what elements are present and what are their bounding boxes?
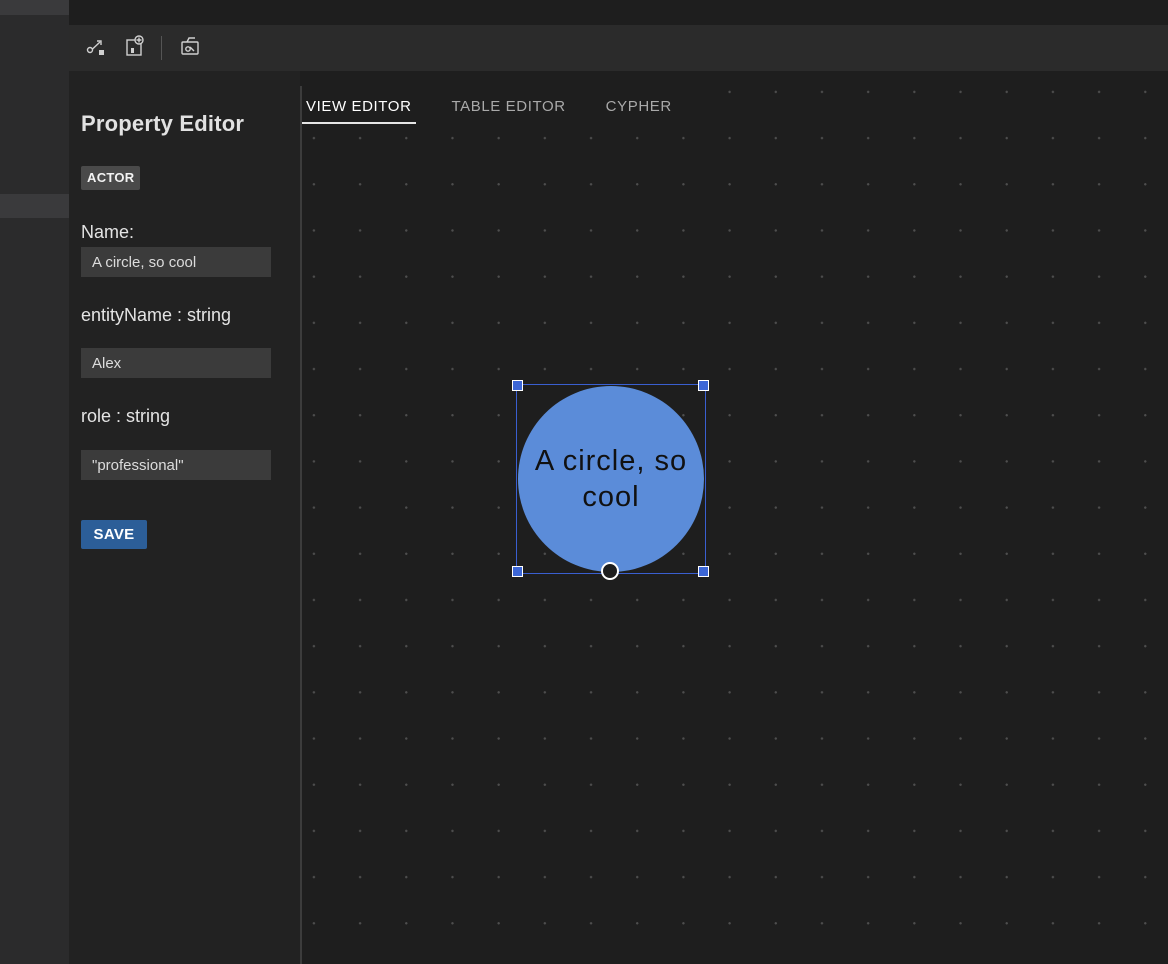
name-label: Name: <box>81 222 135 242</box>
connect-nodes-button[interactable] <box>83 34 111 62</box>
name-field[interactable] <box>81 247 271 277</box>
activity-item-top[interactable] <box>0 0 69 15</box>
graph-node[interactable]: A circle, so cool <box>512 380 709 580</box>
resize-handle-top-left[interactable] <box>512 380 523 391</box>
tab-view-editor[interactable]: VIEW EDITOR <box>302 86 416 124</box>
add-node-button[interactable] <box>121 34 149 62</box>
save-button[interactable]: SAVE <box>81 520 147 549</box>
resize-handle-bottom-right[interactable] <box>698 566 709 577</box>
property-editor-panel: Property Editor ACTOR Name: entityName :… <box>69 71 300 964</box>
tab-cypher[interactable]: CYPHER <box>602 86 676 122</box>
tab-table-editor[interactable]: TABLE EDITOR <box>448 86 570 122</box>
connection-handle[interactable] <box>601 562 619 580</box>
connect-nodes-icon <box>86 35 108 62</box>
node-circle[interactable]: A circle, so cool <box>518 386 704 572</box>
role-field[interactable] <box>81 450 271 480</box>
editor-tabs: VIEW EDITOR TABLE EDITOR CYPHER <box>302 86 708 124</box>
entityname-field[interactable] <box>81 348 271 378</box>
activity-strip <box>0 0 69 964</box>
resize-handle-top-right[interactable] <box>698 380 709 391</box>
entity-type-badge: ACTOR <box>81 166 141 190</box>
toolbar-separator <box>161 36 162 60</box>
resize-handle-bottom-left[interactable] <box>512 566 523 577</box>
graph-canvas[interactable] <box>302 71 1168 964</box>
property-editor-title: Property Editor <box>81 111 245 136</box>
activity-item-selected[interactable] <box>0 194 69 218</box>
app-root: Property Editor ACTOR Name: entityName :… <box>0 0 1168 964</box>
layout-button[interactable] <box>176 34 204 62</box>
add-node-icon <box>124 34 146 62</box>
role-label: role : string <box>81 406 171 426</box>
title-area <box>69 0 1168 25</box>
entityname-label: entityName : string <box>81 305 232 325</box>
toolbar <box>69 25 1168 71</box>
layout-icon <box>179 35 201 62</box>
node-label: A circle, so cool <box>534 445 688 513</box>
